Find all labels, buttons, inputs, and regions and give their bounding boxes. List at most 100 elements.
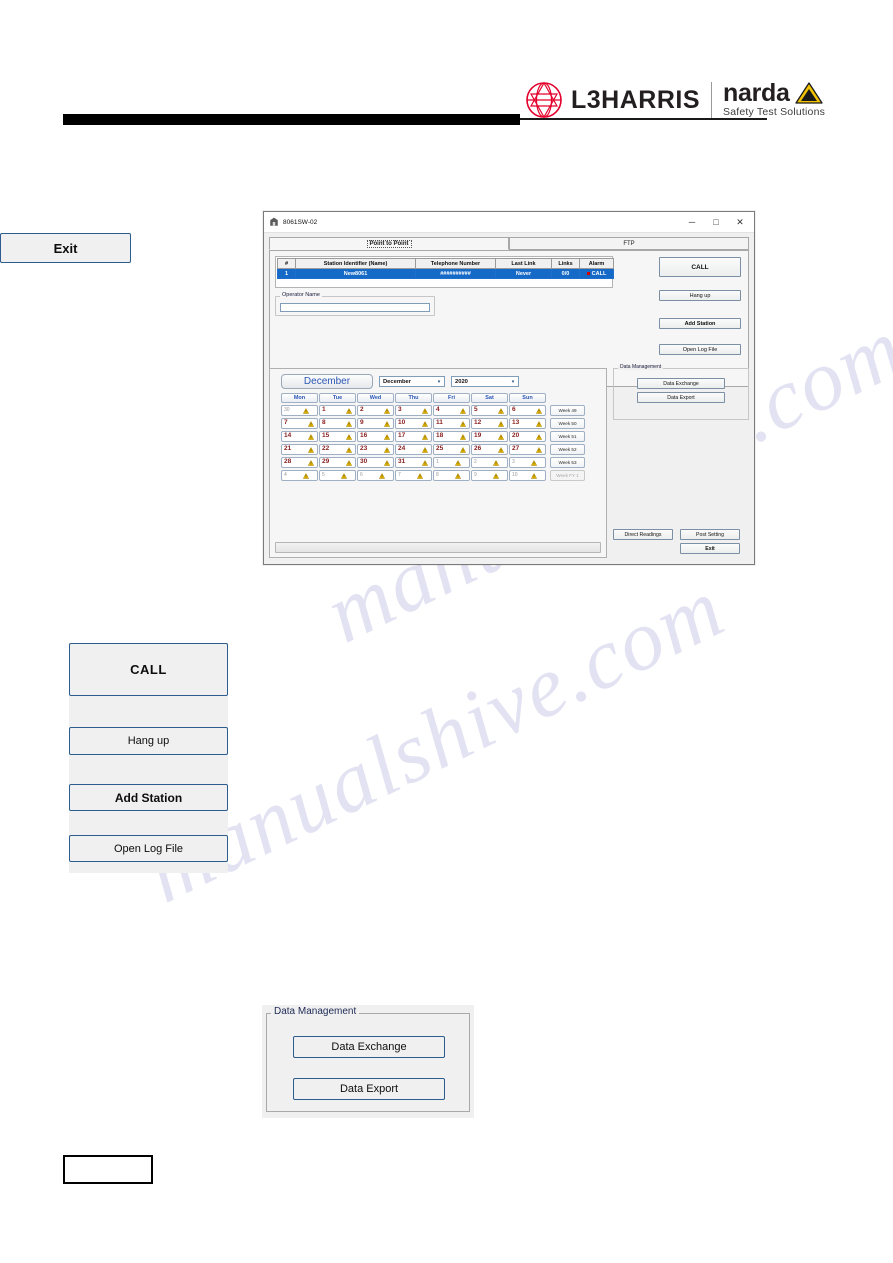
post-setting-button[interactable]: Post Setting bbox=[680, 529, 740, 540]
calendar-day-cell[interactable]: 1 bbox=[433, 457, 470, 468]
calendar-day-number: 28 bbox=[284, 458, 292, 466]
minimize-icon[interactable]: ─ bbox=[680, 213, 704, 231]
calendar-week-label[interactable]: Week 50 bbox=[550, 418, 585, 429]
maximize-icon[interactable]: □ bbox=[704, 213, 728, 231]
calendar-day-cell[interactable]: 10 bbox=[395, 418, 432, 429]
calendar-week-label[interactable]: Week 53 bbox=[550, 457, 585, 468]
calendar-day-cell[interactable]: 5 bbox=[471, 405, 508, 416]
calendar-day-cell[interactable]: 18 bbox=[433, 431, 470, 442]
application-window: 8061SW-02 ─ □ ✕ Point to Point FTP # Sta… bbox=[263, 211, 755, 565]
calendar-day-number: 1 bbox=[322, 406, 326, 414]
calendar-day-number: 18 bbox=[436, 432, 444, 440]
calendar-day-cell[interactable]: 19 bbox=[471, 431, 508, 442]
tab-point-to-point[interactable]: Point to Point bbox=[269, 237, 509, 250]
calendar-day-cell[interactable]: 25 bbox=[433, 444, 470, 455]
callout-open-log-file-button[interactable]: Open Log File bbox=[69, 835, 228, 862]
calendar-day-cell[interactable]: 30 bbox=[357, 457, 394, 468]
warning-triangle-icon bbox=[422, 460, 428, 466]
calendar-day-cell[interactable]: 30 bbox=[281, 405, 318, 416]
calendar-week-label[interactable]: Week 49 bbox=[550, 405, 585, 416]
calendar-scrollbar[interactable] bbox=[275, 542, 601, 553]
calendar-day-cell[interactable]: 17 bbox=[395, 431, 432, 442]
callout-hang-up-button[interactable]: Hang up bbox=[69, 727, 228, 755]
col-index: # bbox=[277, 258, 296, 269]
calendar-day-cell[interactable]: 6 bbox=[357, 470, 394, 481]
calendar-week-label[interactable]: Week 51 bbox=[550, 431, 585, 442]
callout-data-export-button[interactable]: Data Export bbox=[293, 1078, 445, 1100]
calendar-week-label[interactable]: Week 52 bbox=[550, 444, 585, 455]
hang-up-button[interactable]: Hang up bbox=[659, 290, 741, 301]
calendar-day-cell[interactable]: 12 bbox=[471, 418, 508, 429]
warning-triangle-icon bbox=[346, 408, 352, 414]
calendar-day-cell[interactable]: 23 bbox=[357, 444, 394, 455]
calendar-day-cell[interactable]: 31 bbox=[395, 457, 432, 468]
warning-triangle-icon bbox=[346, 447, 352, 453]
calendar-day-number: 5 bbox=[322, 472, 325, 478]
calendar-day-cell[interactable]: 26 bbox=[471, 444, 508, 455]
calendar-day-cell[interactable]: 6 bbox=[509, 405, 546, 416]
calendar-day-cell[interactable]: 29 bbox=[319, 457, 356, 468]
calendar-day-cell[interactable]: 2 bbox=[471, 457, 508, 468]
open-log-file-button[interactable]: Open Log File bbox=[659, 344, 741, 355]
current-month-button[interactable]: December bbox=[281, 374, 373, 389]
year-select[interactable]: 2020 ▾ bbox=[451, 376, 519, 387]
calendar-day-cell[interactable]: 7 bbox=[395, 470, 432, 481]
calendar-day-cell[interactable]: 3 bbox=[395, 405, 432, 416]
calendar-day-cell[interactable]: 10 bbox=[509, 470, 546, 481]
calendar-day-cell[interactable]: 14 bbox=[281, 431, 318, 442]
warning-triangle-icon bbox=[455, 473, 461, 479]
col-links: Links bbox=[551, 258, 580, 269]
exit-button[interactable]: Exit bbox=[680, 543, 740, 554]
call-button[interactable]: CALL bbox=[659, 257, 741, 277]
month-select[interactable]: December ▾ bbox=[379, 376, 445, 387]
calendar-day-cell[interactable]: 15 bbox=[319, 431, 356, 442]
calendar-day-cell[interactable]: 4 bbox=[281, 470, 318, 481]
calendar-day-cell[interactable]: 8 bbox=[319, 418, 356, 429]
calendar-day-cell[interactable]: 4 bbox=[433, 405, 470, 416]
data-export-button[interactable]: Data Export bbox=[637, 392, 725, 403]
calendar-day-header-fri: Fri bbox=[433, 393, 470, 403]
warning-triangle-icon bbox=[536, 421, 542, 427]
calendar-day-cell[interactable]: 8 bbox=[433, 470, 470, 481]
window-titlebar: 8061SW-02 ─ □ ✕ bbox=[264, 212, 754, 233]
calendar-day-number: 31 bbox=[398, 458, 406, 466]
calendar-day-number: 12 bbox=[474, 419, 482, 427]
calendar-day-cell[interactable]: 2 bbox=[357, 405, 394, 416]
tab-ftp[interactable]: FTP bbox=[509, 237, 749, 250]
callout-add-station-button[interactable]: Add Station bbox=[69, 784, 228, 811]
close-icon[interactable]: ✕ bbox=[728, 213, 752, 231]
calendar-day-cell[interactable]: 3 bbox=[509, 457, 546, 468]
callout-exit-button[interactable]: Exit bbox=[0, 233, 131, 263]
calendar-day-cell[interactable]: 21 bbox=[281, 444, 318, 455]
l3harris-wordmark: L3HARRIS bbox=[571, 85, 701, 114]
calendar-day-cell[interactable]: 24 bbox=[395, 444, 432, 455]
year-select-value: 2020 bbox=[455, 378, 468, 385]
calendar-day-header-wed: Wed bbox=[357, 393, 394, 403]
add-station-button[interactable]: Add Station bbox=[659, 318, 741, 329]
callout-data-exchange-button[interactable]: Data Exchange bbox=[293, 1036, 445, 1058]
calendar-day-cell[interactable]: 16 bbox=[357, 431, 394, 442]
calendar-day-number: 20 bbox=[512, 432, 520, 440]
calendar-day-number: 22 bbox=[322, 445, 330, 453]
data-exchange-button[interactable]: Data Exchange bbox=[637, 378, 725, 389]
calendar-day-cell[interactable]: 28 bbox=[281, 457, 318, 468]
calendar-week-label[interactable]: Week FY 1 bbox=[550, 470, 585, 481]
calendar-day-cell[interactable]: 1 bbox=[319, 405, 356, 416]
calendar-day-cell[interactable]: 11 bbox=[433, 418, 470, 429]
table-row[interactable]: 1 New8061 ########## Never 0/0 CALL bbox=[277, 268, 614, 279]
calendar-day-cell[interactable]: 13 bbox=[509, 418, 546, 429]
calendar-day-cell[interactable]: 5 bbox=[319, 470, 356, 481]
calendar-day-cell[interactable]: 9 bbox=[357, 418, 394, 429]
tab-strip: Point to Point FTP bbox=[269, 237, 749, 250]
calendar-day-cell[interactable]: 22 bbox=[319, 444, 356, 455]
header-rule-thin bbox=[520, 118, 767, 120]
narda-triangle-icon bbox=[794, 82, 823, 105]
calendar-day-cell[interactable]: 9 bbox=[471, 470, 508, 481]
calendar-day-cell[interactable]: 7 bbox=[281, 418, 318, 429]
direct-readings-button[interactable]: Direct Readings bbox=[613, 529, 673, 540]
calendar-day-cell[interactable]: 20 bbox=[509, 431, 546, 442]
operator-name-input[interactable] bbox=[280, 303, 430, 312]
callout-call-button[interactable]: CALL bbox=[69, 643, 228, 696]
warning-triangle-icon bbox=[460, 447, 466, 453]
calendar-day-cell[interactable]: 27 bbox=[509, 444, 546, 455]
